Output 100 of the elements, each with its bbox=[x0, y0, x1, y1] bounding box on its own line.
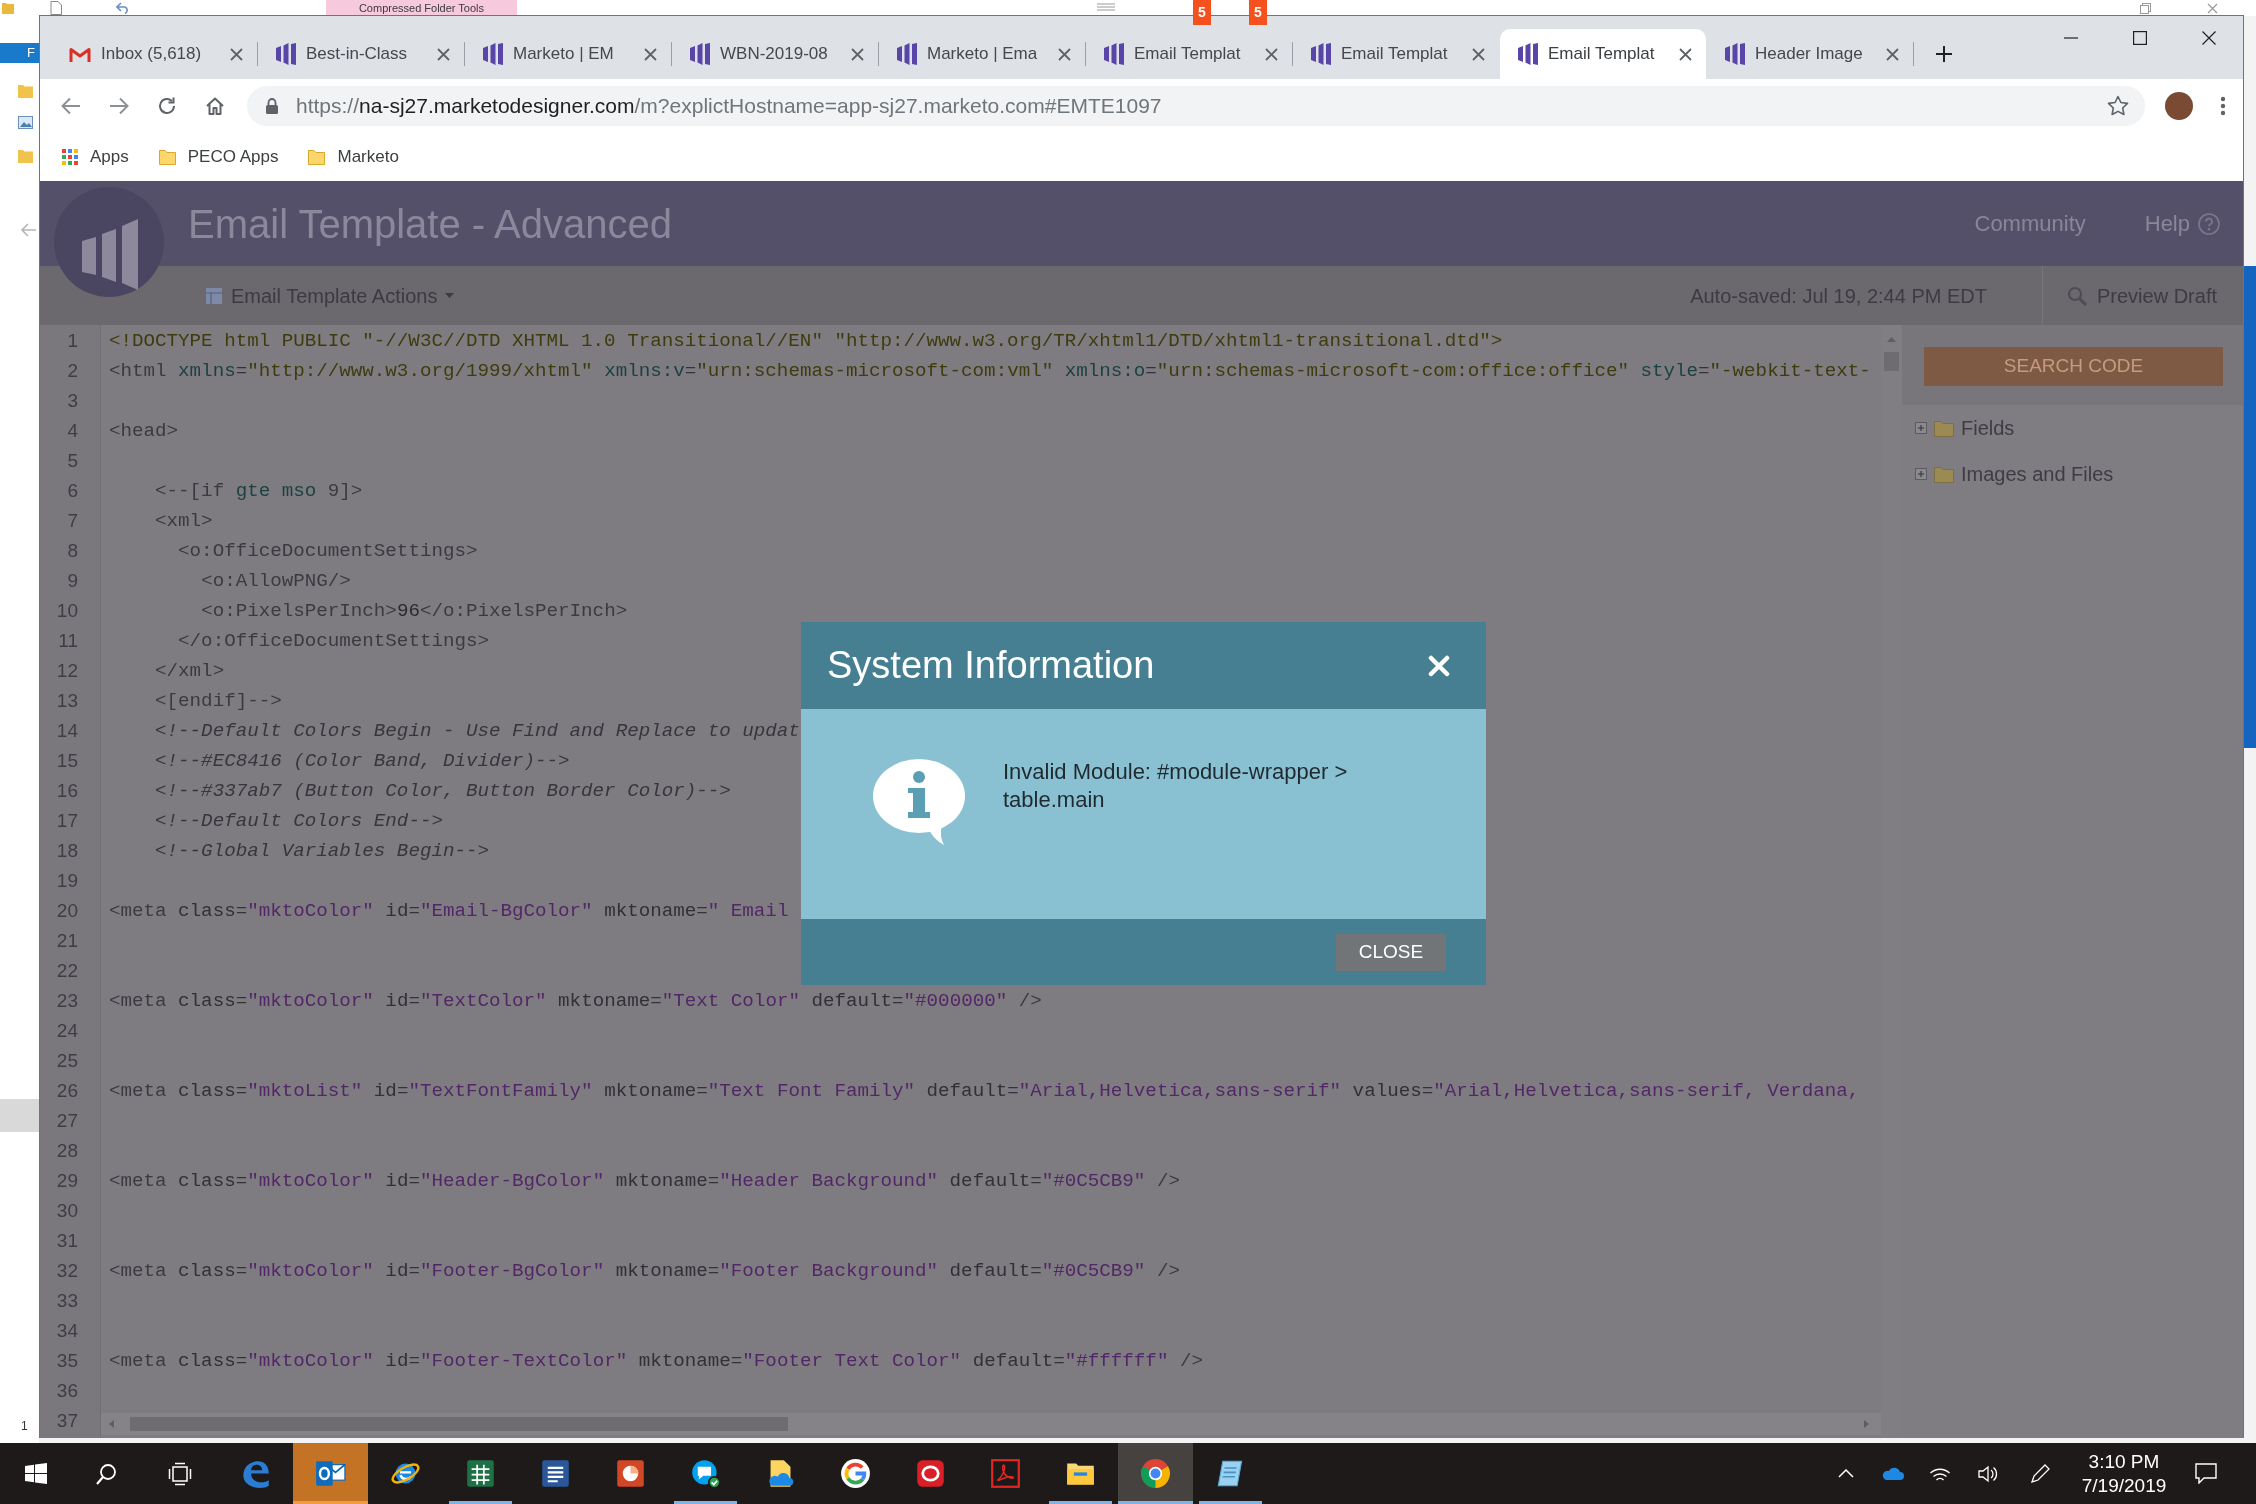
expand-icon[interactable] bbox=[1915, 468, 1927, 480]
line-number: 15 bbox=[55, 749, 79, 773]
line-number: 21 bbox=[55, 929, 79, 953]
line-number: 25 bbox=[55, 1049, 79, 1073]
browser-tab[interactable]: Email Templat bbox=[1086, 29, 1292, 79]
notification-badge: 5 bbox=[1249, 0, 1267, 25]
file-tab[interactable]: F bbox=[0, 43, 39, 63]
bars-logo-icon bbox=[1311, 43, 1331, 65]
grip-icon bbox=[1097, 3, 1115, 11]
code-line: <!--Default Colors Begin - Use Find and Replace to updat bbox=[155, 720, 800, 742]
info-icon bbox=[872, 758, 967, 846]
notification-badge: 5 bbox=[1193, 0, 1211, 25]
bars-logo-icon bbox=[1104, 43, 1124, 65]
bars-logo-icon bbox=[1518, 43, 1538, 65]
code-line: <meta class="mktoColor" id="Footer-TextColor" mktoname="Footer Text Color" default="#ffffff" /> bbox=[109, 1350, 1203, 1372]
browser-tab[interactable]: Best-in-Class bbox=[258, 29, 464, 79]
bars-logo-icon bbox=[897, 43, 917, 65]
close-icon bbox=[2207, 3, 2218, 14]
notification-icon[interactable] bbox=[2195, 1463, 2217, 1484]
code-line: <!--Default Colors End--> bbox=[155, 810, 443, 832]
browser-tab[interactable]: Marketo | EM bbox=[465, 29, 671, 79]
line-number: 28 bbox=[55, 1139, 79, 1163]
status-text: 1 bbox=[21, 1419, 28, 1433]
search-icon[interactable] bbox=[95, 1461, 119, 1486]
close-icon[interactable] bbox=[2201, 31, 2216, 45]
line-number: 16 bbox=[55, 779, 79, 803]
browser-tab[interactable]: Inbox (5,618) bbox=[51, 29, 257, 79]
bookmark[interactable]: Apps bbox=[54, 138, 137, 175]
line-number: 1 bbox=[66, 329, 79, 353]
ribbon-tab[interactable]: Compressed Folder Tools bbox=[326, 0, 517, 16]
line-number: 32 bbox=[55, 1259, 79, 1283]
code-line: <o:AllowPNG/> bbox=[201, 570, 351, 592]
folder-icon bbox=[1934, 419, 1954, 437]
line-number: 2 bbox=[66, 359, 79, 383]
pen-icon[interactable] bbox=[2029, 1462, 2051, 1485]
line-number: 11 bbox=[57, 629, 79, 653]
code-line: <o:OfficeDocumentSettings> bbox=[178, 540, 478, 562]
code-line: <meta class="mktoColor" id="Header-BgColor" mktoname="Header Background" default="#0C5CB9" /> bbox=[109, 1170, 1180, 1192]
m-logo-icon bbox=[69, 45, 91, 63]
circle-logo-icon bbox=[1140, 1458, 1171, 1489]
task-view-icon[interactable] bbox=[168, 1461, 192, 1486]
page-title: Email Template - Advanced bbox=[188, 200, 672, 248]
cloud-icon[interactable] bbox=[1880, 1466, 1905, 1481]
line-number: 23 bbox=[55, 989, 79, 1013]
close-icon[interactable] bbox=[1679, 47, 1692, 61]
chat-icon bbox=[690, 1458, 721, 1489]
close-button[interactable]: CLOSE bbox=[1336, 933, 1446, 971]
chevron-up-icon[interactable] bbox=[1838, 1469, 1854, 1478]
browser-tab[interactable]: Email Templat bbox=[1500, 29, 1706, 79]
search-icon bbox=[2066, 285, 2087, 306]
bookmark[interactable]: Marketo bbox=[300, 138, 407, 175]
line-number: 26 bbox=[55, 1079, 79, 1103]
maximize-icon[interactable] bbox=[2132, 31, 2147, 45]
browser-tab[interactable]: WBN-2019-08 bbox=[672, 29, 878, 79]
profile-avatar[interactable] bbox=[2165, 91, 2193, 120]
e-logo-icon bbox=[240, 1458, 271, 1489]
bars-logo-icon bbox=[276, 43, 296, 65]
clock-date[interactable]: 7/19/2019 bbox=[2081, 1473, 2167, 1498]
code-line: </o:OfficeDocumentSettings> bbox=[178, 630, 489, 652]
windows-logo-icon[interactable] bbox=[24, 1461, 48, 1486]
lock-icon bbox=[265, 97, 279, 114]
more-options-icon[interactable] bbox=[2220, 95, 2226, 116]
picture-icon bbox=[18, 116, 33, 129]
folder-icon bbox=[308, 148, 326, 165]
volume-icon[interactable] bbox=[1977, 1464, 1998, 1483]
dialog-message: Invalid Module: #module-wrapper > table.main bbox=[1003, 758, 1349, 814]
back-arrow-icon[interactable] bbox=[61, 95, 81, 116]
reload-icon[interactable] bbox=[157, 95, 177, 116]
line-number: 30 bbox=[55, 1199, 79, 1223]
bars-logo-icon bbox=[1725, 43, 1745, 65]
address-bar[interactable]: https://na-sj27.marketodesigner.com/m?explictHostname=app-sj27.marketo.com#EMTE1097 bbox=[247, 85, 2145, 126]
code-line: <o:PixelsPerInch>96</o:PixelsPerInch> bbox=[201, 600, 628, 622]
plus-icon[interactable] bbox=[1935, 45, 1953, 63]
line-number: 7 bbox=[66, 509, 79, 533]
line-number: 13 bbox=[55, 689, 79, 713]
caret-icon bbox=[445, 293, 455, 298]
line-number: 6 bbox=[66, 479, 79, 503]
browser-tab[interactable]: Marketo | Ema bbox=[879, 29, 1085, 79]
forward-arrow-icon[interactable] bbox=[109, 95, 129, 116]
code-line: <!DOCTYPE html PUBLIC "-//W3C//DTD XHTML 1.0 Transitional//EN" "http://www.w3.org/TR/xhtml1/DTD/xhtml1-transitional.dtd"> bbox=[109, 330, 1503, 352]
spreadsheet-icon bbox=[465, 1458, 496, 1489]
g-logo-icon bbox=[840, 1458, 871, 1489]
code-line: <--[if gte mso 9]> bbox=[155, 480, 363, 502]
line-number: 5 bbox=[66, 449, 79, 473]
code-line: <!--Global Variables Begin--> bbox=[155, 840, 489, 862]
browser-tab[interactable]: Header Image bbox=[1707, 29, 1913, 79]
document-icon bbox=[540, 1458, 571, 1489]
home-icon[interactable] bbox=[205, 95, 225, 116]
line-number: 14 bbox=[55, 719, 79, 743]
dialog-title: System Information bbox=[827, 643, 1155, 688]
clock-time[interactable]: 3:10 PM bbox=[2088, 1449, 2160, 1474]
expand-icon[interactable] bbox=[1915, 422, 1927, 434]
code-line: <!--#337ab7 (Button Color, Button Border Color)--> bbox=[155, 780, 731, 802]
line-number: 33 bbox=[55, 1289, 79, 1313]
bars-logo-icon bbox=[690, 43, 710, 65]
line-number: 18 bbox=[55, 839, 79, 863]
bookmark[interactable]: PECO Apps bbox=[150, 138, 287, 175]
browser-tab[interactable]: Email Templat bbox=[1293, 29, 1499, 79]
star-icon[interactable] bbox=[2107, 94, 2129, 117]
folder-icon bbox=[158, 148, 176, 165]
